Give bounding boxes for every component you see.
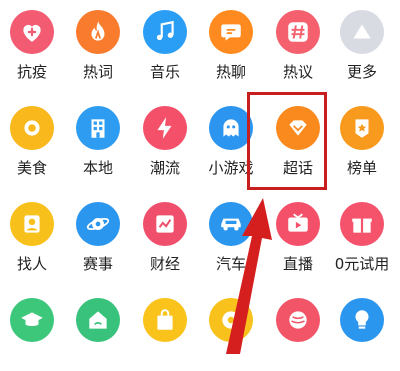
grid-item-row4-2[interactable] <box>66 291 130 371</box>
grid-item-label: 榜单 <box>346 159 377 177</box>
lightning-icon <box>143 106 187 150</box>
grid-item-row4-3[interactable] <box>133 291 197 371</box>
grid-item-zhibo[interactable]: 直播 <box>266 195 330 275</box>
grid-item-bangdan[interactable]: 榜单 <box>330 99 394 179</box>
donut-icon <box>209 298 253 342</box>
planet-icon <box>76 202 120 246</box>
highlight-box <box>247 92 327 190</box>
gift-icon <box>340 202 384 246</box>
grid-item-row4-1[interactable] <box>0 291 64 371</box>
badge-star-icon <box>340 106 384 150</box>
shopping-bag-icon <box>143 298 187 342</box>
lightbulb-icon <box>340 298 384 342</box>
heart-plus-icon <box>10 10 54 54</box>
car-icon <box>209 202 253 246</box>
person-icon <box>10 202 54 246</box>
grid-item-gengduo[interactable]: 更多 <box>330 3 394 83</box>
graduation-cap-icon <box>10 298 54 342</box>
home-wifi-icon <box>76 298 120 342</box>
grid-item-0yuan-shiyong[interactable]: 0元试用 <box>330 195 394 275</box>
grid-item-chaoliu[interactable]: 潮流 <box>133 99 197 179</box>
icon-grid: 抗疫 热词 音乐 热聊 热议 更多 美食 本地 潮流 小游戏 超话 榜单 找人 … <box>0 0 400 354</box>
grid-item-reyi[interactable]: 热议 <box>266 3 330 83</box>
chart-icon <box>143 202 187 246</box>
grid-item-saishi[interactable]: 赛事 <box>66 195 130 275</box>
tv-play-icon <box>276 202 320 246</box>
grid-item-qiche[interactable]: 汽车 <box>199 195 263 275</box>
grid-item-yinyue[interactable]: 音乐 <box>133 3 197 83</box>
grid-item-row4-4[interactable] <box>199 291 263 371</box>
hashtag-icon <box>276 10 320 54</box>
chat-bubble-icon <box>209 10 253 54</box>
grid-item-bendi[interactable]: 本地 <box>66 99 130 179</box>
music-note-icon <box>143 10 187 54</box>
grid-item-label: 更多 <box>346 63 377 81</box>
building-icon <box>76 106 120 150</box>
grid-item-row4-6[interactable] <box>330 291 394 371</box>
triangle-icon <box>340 10 384 54</box>
food-icon <box>10 106 54 150</box>
flame-icon <box>76 10 120 54</box>
yarn-icon <box>276 298 320 342</box>
grid-item-meishi[interactable]: 美食 <box>0 99 64 179</box>
grid-item-caijing[interactable]: 财经 <box>133 195 197 275</box>
grid-item-reliao[interactable]: 热聊 <box>199 3 263 83</box>
grid-item-row4-5[interactable] <box>266 291 330 371</box>
grid-item-reci[interactable]: 热词 <box>66 3 130 83</box>
grid-item-zhaoren[interactable]: 找人 <box>0 195 64 275</box>
grid-item-kangyi[interactable]: 抗疫 <box>0 3 64 83</box>
grid-item-label: 0元试用 <box>334 255 390 273</box>
